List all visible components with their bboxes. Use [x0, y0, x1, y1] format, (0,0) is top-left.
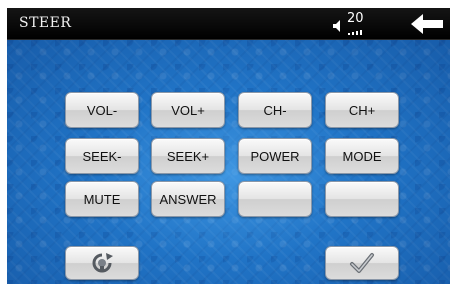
checkmark-icon [350, 253, 374, 273]
volume-bars-icon [348, 30, 362, 35]
back-arrow-icon [411, 14, 443, 34]
volume-indicator: 20 [332, 11, 372, 37]
steer-screen: STEER 20 VOL- VOL+ CH- CH+ SEEK- SEEK+ P… [0, 0, 452, 284]
power-button[interactable]: POWER [238, 138, 312, 174]
channel-up-button[interactable]: CH+ [325, 92, 399, 128]
channel-down-button[interactable]: CH- [238, 92, 312, 128]
mode-button[interactable]: MODE [325, 138, 399, 174]
blank-key-button-2[interactable] [325, 181, 399, 217]
status-bar: STEER 20 [7, 8, 450, 40]
seek-back-button[interactable]: SEEK- [65, 138, 139, 174]
learn-reset-icon [92, 253, 113, 273]
back-button[interactable] [409, 12, 445, 36]
vol-up-button[interactable]: VOL+ [151, 92, 225, 128]
seek-forward-button[interactable]: SEEK+ [151, 138, 225, 174]
vol-down-button[interactable]: VOL- [65, 92, 139, 128]
speaker-icon [333, 20, 340, 32]
volume-level: 20 [347, 11, 364, 26]
blank-key-button-1[interactable] [238, 181, 312, 217]
page-title: STEER [19, 15, 72, 31]
mute-button[interactable]: MUTE [65, 181, 139, 217]
confirm-button[interactable] [325, 246, 399, 280]
learn-reset-button[interactable] [65, 246, 139, 280]
answer-button[interactable]: ANSWER [151, 181, 225, 217]
